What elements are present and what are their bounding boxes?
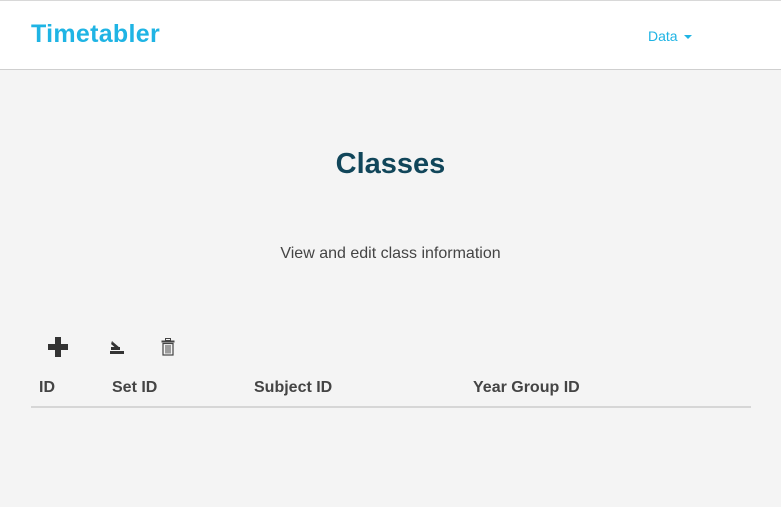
edit-button[interactable] (103, 333, 131, 361)
page-subtitle: View and edit class information (280, 245, 501, 262)
edit-icon (110, 341, 124, 354)
data-dropdown-menu[interactable]: Data (648, 28, 692, 44)
data-dropdown-label: Data (648, 28, 678, 44)
caret-down-icon (683, 34, 692, 39)
page-title: Classes (335, 148, 446, 180)
brand-logo-text[interactable]: Timetabler (31, 20, 160, 49)
top-navbar: Timetabler Data (0, 0, 781, 70)
column-header-id[interactable]: ID (39, 379, 55, 397)
column-header-set-id[interactable]: Set ID (112, 379, 157, 397)
plus-icon (48, 337, 68, 357)
trash-icon (161, 338, 175, 356)
delete-button[interactable] (154, 333, 182, 361)
add-button[interactable] (44, 333, 72, 361)
classes-table-header: ID Set ID Subject ID Year Group ID (31, 372, 751, 408)
column-header-subject-id[interactable]: Subject ID (254, 379, 332, 397)
column-header-year-group-id[interactable]: Year Group ID (473, 379, 580, 397)
